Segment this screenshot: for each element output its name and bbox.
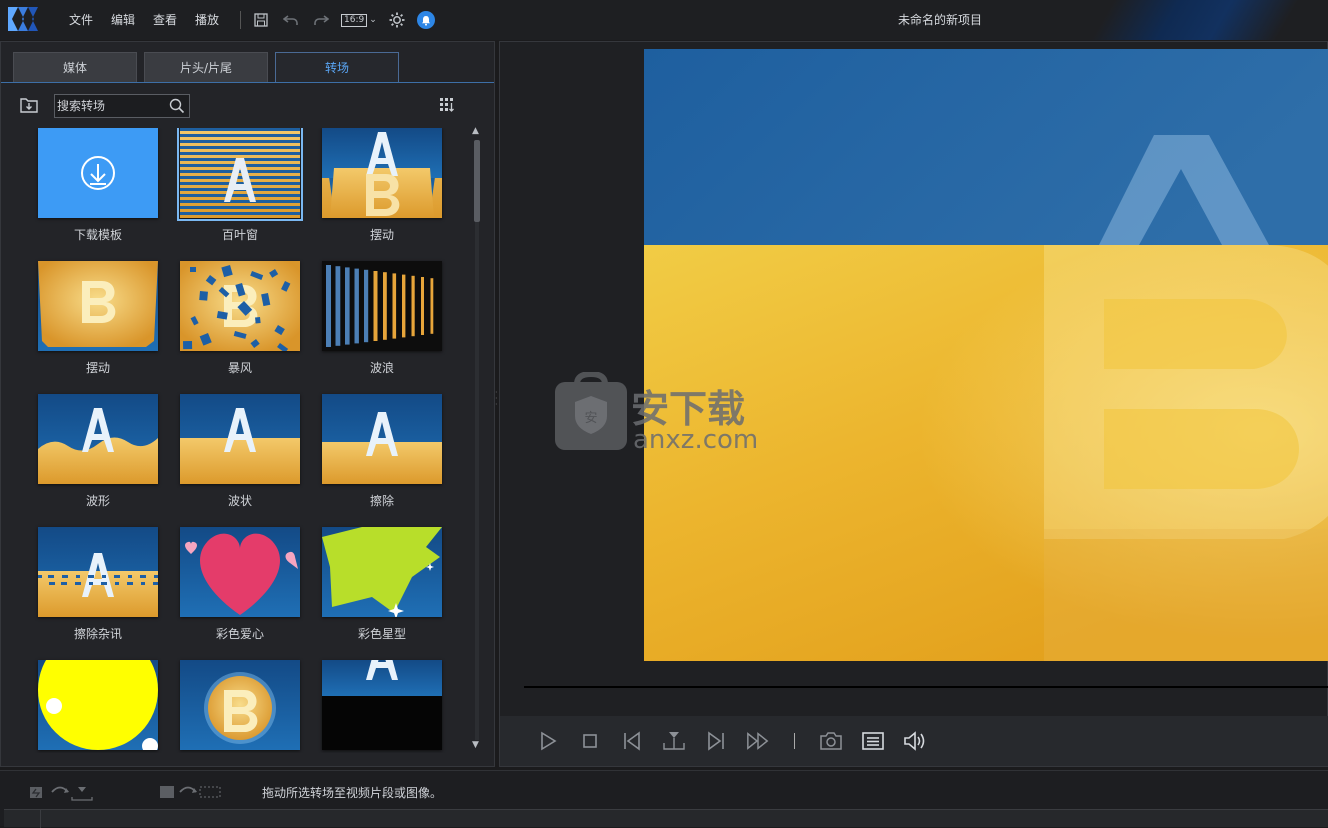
replace-transition-icon[interactable] (28, 783, 94, 801)
fast-forward-icon[interactable] (746, 729, 770, 753)
play-icon[interactable] (536, 729, 560, 753)
transition-label: 波形 (85, 494, 110, 508)
transition-label: 彩色星型 (357, 627, 406, 641)
svg-text:anxz.com: anxz.com (633, 425, 758, 452)
transition-thumbnail[interactable] (38, 394, 158, 484)
title-bar: 文件 编辑 查看 播放 16:9 ⌄ 未命名的新项目 (0, 0, 1328, 40)
transition-thumbnail[interactable] (180, 261, 300, 351)
timeline-toolbar: 拖动所选转场至视频片段或图像。 (0, 770, 1328, 828)
transition-thumbnail[interactable] (180, 527, 300, 617)
status-hint: 拖动所选转场至视频片段或图像。 (262, 786, 443, 800)
transition-thumbnail[interactable] (38, 261, 158, 351)
tab-titles[interactable]: 片头/片尾 (144, 52, 268, 82)
chevron-down-icon: ⌄ (369, 15, 377, 25)
next-frame-icon[interactable] (704, 729, 728, 753)
transition-label: 下载模板 (73, 228, 122, 242)
scroll-thumb[interactable] (474, 140, 480, 222)
transition-thumbnail[interactable] (38, 660, 158, 750)
transition-thumbnail[interactable] (322, 128, 442, 218)
svg-text:安: 安 (584, 411, 597, 426)
menu-play[interactable]: 播放 (186, 10, 228, 30)
app-logo-icon[interactable] (4, 5, 42, 33)
transition-grid: 下载模板 百叶窗 摆动 摆动 暴风 波浪 波形 波状 擦除 擦除杂讯 彩色爱心 … (17, 128, 457, 753)
transition-thumbnail[interactable] (177, 128, 303, 221)
library-panel: 媒体 片头/片尾 转场 下载模板 百叶窗 摆动 摆动 暴风 波浪 波形 波状 擦… (0, 41, 495, 767)
transition-thumbnail[interactable] (322, 527, 442, 617)
save-icon[interactable] (251, 10, 271, 30)
transition-thumbnail[interactable] (38, 527, 158, 617)
volume-speaker-icon[interactable] (903, 729, 927, 753)
transition-label: 波浪 (369, 361, 394, 375)
preview-canvas (644, 49, 1328, 661)
transition-thumbnail[interactable] (38, 128, 158, 218)
transition-thumbnail[interactable] (180, 660, 300, 750)
tab-media[interactable]: 媒体 (13, 52, 137, 82)
menu-view[interactable]: 查看 (144, 10, 186, 30)
tab-transitions[interactable]: 转场 (275, 52, 399, 82)
aspect-ratio-dropdown[interactable]: 16:9 ⌄ (341, 13, 377, 27)
transition-thumbnail[interactable] (322, 261, 442, 351)
timeline-track-header (4, 809, 1328, 828)
scroll-up-arrow-icon[interactable]: ▲ (472, 126, 479, 136)
redo-icon[interactable] (311, 10, 331, 30)
settings-gear-icon[interactable] (387, 10, 407, 30)
preview-timeline-scrubber[interactable] (524, 686, 1328, 688)
menu-file[interactable]: 文件 (60, 10, 102, 30)
watermark-logo: 安 安下载 anxz.com (555, 372, 758, 452)
scroll-down-arrow-icon[interactable]: ▼ (472, 740, 479, 750)
search-box (54, 94, 190, 118)
undo-icon[interactable] (281, 10, 301, 30)
notification-bell-icon[interactable] (416, 11, 435, 29)
search-input[interactable] (55, 95, 165, 117)
list-menu-icon[interactable] (861, 729, 885, 753)
transition-label: 擦除杂讯 (73, 627, 122, 641)
menu-edit[interactable]: 编辑 (102, 10, 144, 30)
library-scrollbar[interactable]: ▲ ▼ (471, 126, 483, 754)
transition-thumbnail[interactable] (180, 394, 300, 484)
transition-thumbnail[interactable] (322, 660, 442, 750)
project-title: 未命名的新项目 (898, 13, 983, 27)
transition-label: 摆动 (85, 361, 110, 375)
import-icon[interactable] (19, 95, 39, 115)
transition-label: 彩色爱心 (215, 627, 264, 641)
apply-to-all-icon[interactable] (158, 783, 224, 801)
transition-thumbnail[interactable] (322, 394, 442, 484)
sort-grid-icon[interactable] (440, 98, 456, 112)
playback-controls (500, 716, 1328, 766)
snapshot-camera-icon[interactable] (819, 729, 843, 753)
transition-label: 波状 (227, 494, 252, 508)
library-tabs: 媒体 片头/片尾 转场 (13, 52, 399, 82)
transition-label: 暴风 (227, 361, 252, 375)
aspect-ratio-value: 16:9 (341, 13, 368, 27)
previous-frame-icon[interactable] (620, 729, 644, 753)
transition-label: 百叶窗 (221, 228, 258, 242)
stop-icon[interactable] (578, 729, 602, 753)
transition-label: 擦除 (369, 494, 394, 508)
search-icon[interactable] (169, 98, 185, 114)
transition-label: 摆动 (369, 228, 394, 242)
menu-bar: 文件 编辑 查看 播放 (60, 10, 228, 30)
split-clip-icon[interactable] (662, 729, 686, 753)
